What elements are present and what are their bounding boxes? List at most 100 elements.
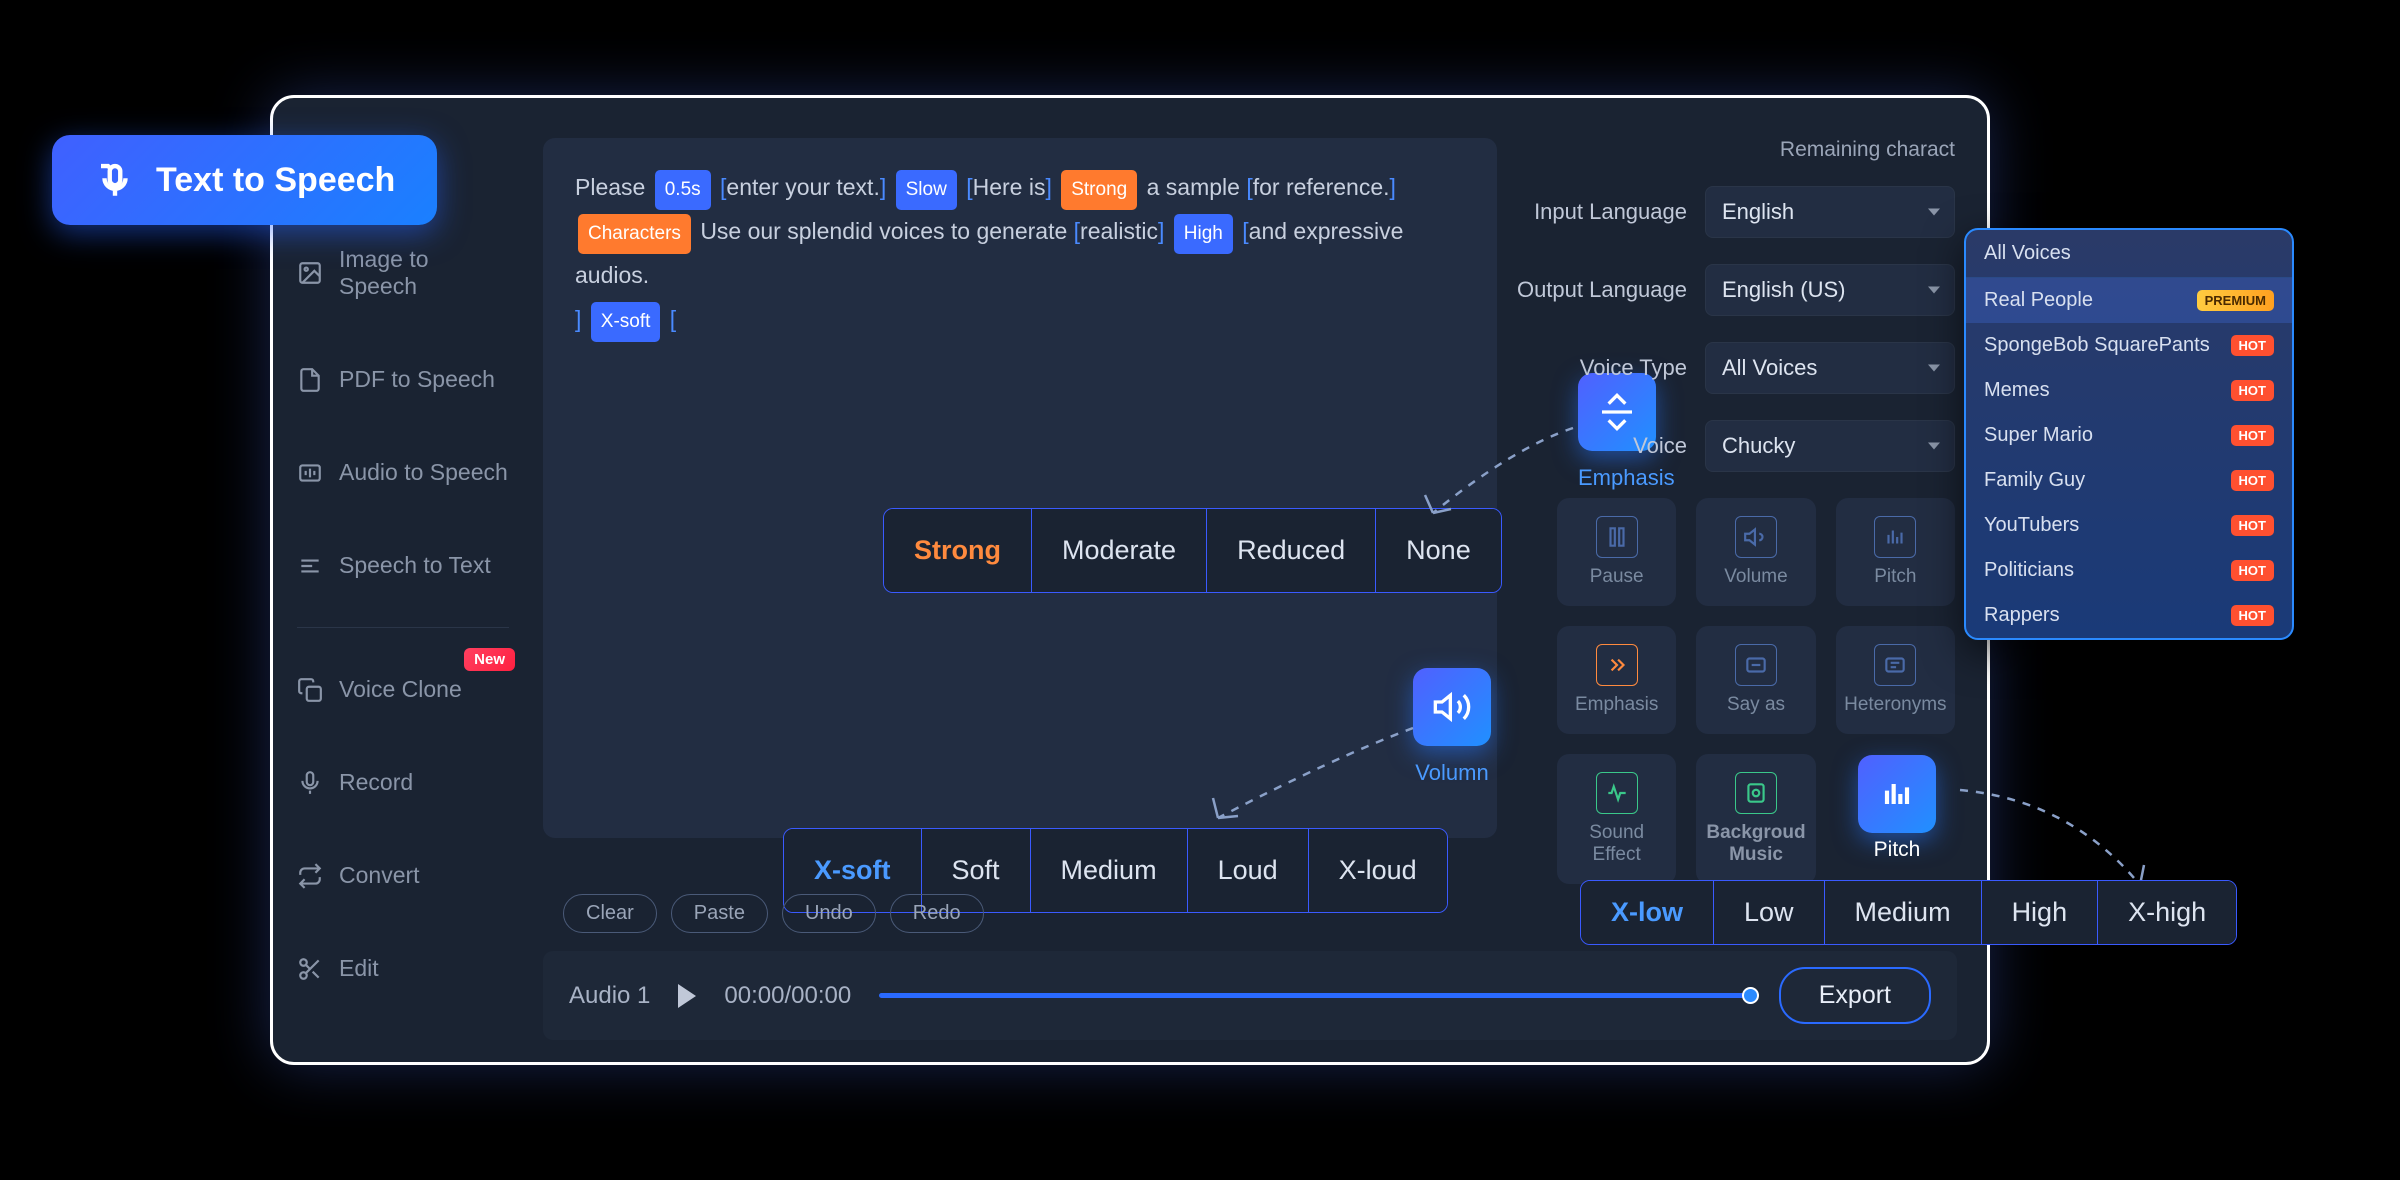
text-editor[interactable]: Please 0.5s [enter your text.] Slow [Her…: [543, 138, 1497, 838]
bracket: ]: [1045, 174, 1051, 200]
voice-item-real-people[interactable]: Real People PREMIUM: [1966, 278, 2292, 323]
seek-track[interactable]: [879, 993, 1751, 998]
sidebar-item-edit[interactable]: Edit: [273, 937, 533, 1000]
tool-label: Say as: [1704, 694, 1807, 716]
new-badge: New: [464, 648, 515, 671]
play-button[interactable]: [678, 984, 696, 1008]
tool-icon: [1735, 644, 1777, 686]
tool-emphasis[interactable]: Emphasis: [1557, 626, 1676, 734]
slow-chip[interactable]: Slow: [896, 170, 957, 210]
sidebar-item-pdf-to-speech[interactable]: PDF to Speech: [273, 348, 533, 411]
voice-dropdown-header[interactable]: All Voices: [1966, 230, 2292, 278]
voice-item-spongebob-squarepants[interactable]: SpongeBob SquarePantsHOT: [1966, 323, 2292, 368]
voice-item-tag: HOT: [2231, 335, 2274, 356]
pause-chip[interactable]: 0.5s: [655, 170, 711, 210]
voice-item-politicians[interactable]: Politicians HOT: [1966, 548, 2292, 593]
undo-button[interactable]: Undo: [782, 894, 876, 933]
seek-thumb[interactable]: [1742, 987, 1759, 1004]
tool-label: Pitch: [1844, 566, 1947, 588]
tool-icon: [1596, 772, 1638, 814]
tool-icon: [1596, 516, 1638, 558]
voice-dropdown[interactable]: All Voices Real People PREMIUM SpongeBob S…: [1964, 228, 2294, 640]
image-icon: [297, 260, 323, 286]
mic-icon: [94, 159, 136, 201]
tool-backgroud-music[interactable]: Backgroud Music: [1696, 754, 1815, 884]
voice-item-label: YouTubers: [1984, 514, 2079, 537]
chars-chip[interactable]: Characters: [578, 214, 691, 254]
sidebar-item-image-to-speech[interactable]: Image to Speech: [273, 228, 533, 318]
sidebar-label: Edit: [339, 955, 379, 982]
voice-item-tag: HOT: [2231, 560, 2274, 581]
tool-heteronyms[interactable]: Heteronyms: [1836, 626, 1955, 734]
tool-label: Emphasis: [1565, 694, 1668, 716]
pitch-callout-icon[interactable]: [1858, 755, 1936, 833]
pitch-opt-high[interactable]: High: [1982, 881, 2099, 944]
tool-icon: [1596, 644, 1638, 686]
tool-pause[interactable]: Pause: [1557, 498, 1676, 606]
field-select-input-language[interactable]: English: [1705, 186, 1955, 238]
tool-sound-effect[interactable]: Sound Effect: [1557, 754, 1676, 884]
emphasis-opt-reduced[interactable]: Reduced: [1207, 509, 1376, 592]
pitch-opt-low[interactable]: Low: [1714, 881, 1825, 944]
mic-icon: [297, 770, 323, 796]
pitch-opt-xhigh[interactable]: X-high: [2098, 881, 2236, 944]
convert-icon: [297, 863, 323, 889]
bracket: ]: [575, 306, 581, 332]
editor-text: Use our splendid voices to generate: [700, 218, 1073, 244]
high-chip[interactable]: High: [1174, 214, 1233, 254]
tool-label: Backgroud Music: [1704, 822, 1807, 866]
tool-label: Volume: [1704, 566, 1807, 588]
voice-item-tag: HOT: [2231, 515, 2274, 536]
redo-button[interactable]: Redo: [890, 894, 984, 933]
voice-item-label: Memes: [1984, 379, 2050, 402]
field-label: Output Language: [1507, 277, 1687, 303]
editor-text: a sample: [1147, 174, 1247, 200]
sidebar: Image to Speech PDF to Speech Audio to S…: [273, 98, 533, 1062]
voice-item-family-guy[interactable]: Family GuyHOT: [1966, 458, 2292, 503]
strong-chip[interactable]: Strong: [1061, 170, 1137, 210]
pitch-opt-medium[interactable]: Medium: [1825, 881, 1982, 944]
bracket: [: [670, 306, 676, 332]
voice-item-label: Real People: [1984, 289, 2093, 312]
audio-icon: [297, 460, 323, 486]
field-select-output-language[interactable]: English (US): [1705, 264, 1955, 316]
voice-item-memes[interactable]: MemesHOT: [1966, 368, 2292, 413]
audio-player: Audio 1 00:00/00:00 Export: [543, 951, 1957, 1040]
clone-icon: [297, 677, 323, 703]
voice-item-tag: HOT: [2231, 425, 2274, 446]
tool-icon: [1735, 516, 1777, 558]
sidebar-item-convert[interactable]: Convert: [273, 844, 533, 907]
voice-item-label: Politicians: [1984, 559, 2074, 582]
pitch-opt-xlow[interactable]: X-low: [1581, 881, 1714, 944]
voice-item-youtubers[interactable]: YouTubers HOT: [1966, 503, 2292, 548]
voice-item-rappers[interactable]: RappersHOT: [1966, 593, 2292, 638]
audio-name: Audio 1: [569, 982, 650, 1010]
voice-item-tag: HOT: [2231, 470, 2274, 491]
sidebar-label: Image to Speech: [339, 246, 509, 300]
emphasis-opt-moderate[interactable]: Moderate: [1032, 509, 1207, 592]
xsoft-chip[interactable]: X-soft: [591, 302, 661, 342]
field-label: Voice Type: [1507, 355, 1687, 381]
voice-item-super-mario[interactable]: Super Mario HOT: [1966, 413, 2292, 458]
scissors-icon: [297, 956, 323, 982]
field-select-voice[interactable]: Chucky: [1705, 420, 1955, 472]
emphasis-opt-strong[interactable]: Strong: [884, 509, 1032, 592]
tool-volume[interactable]: Volume: [1696, 498, 1815, 606]
voice-item-label: Super Mario: [1984, 424, 2093, 447]
sidebar-item-voice-clone[interactable]: Voice Clone New: [273, 658, 533, 721]
tool-say-as[interactable]: Say as: [1696, 626, 1815, 734]
clear-button[interactable]: Clear: [563, 894, 657, 933]
sidebar-label: Convert: [339, 862, 420, 889]
tool-icon: [1874, 516, 1916, 558]
field-label: Voice: [1507, 433, 1687, 459]
tool-pitch[interactable]: Pitch: [1836, 498, 1955, 606]
sidebar-item-record[interactable]: Record: [273, 751, 533, 814]
sidebar-item-speech-to-text[interactable]: Speech to Text: [273, 534, 533, 597]
export-button[interactable]: Export: [1779, 967, 1931, 1024]
remaining-chars: Remaining charact: [1507, 138, 1955, 162]
voice-item-label: Rappers: [1984, 604, 2060, 627]
paste-button[interactable]: Paste: [671, 894, 768, 933]
voice-item-tag: PREMIUM: [2197, 290, 2274, 311]
field-select-voice-type[interactable]: All Voices: [1705, 342, 1955, 394]
sidebar-item-audio-to-speech[interactable]: Audio to Speech: [273, 441, 533, 504]
